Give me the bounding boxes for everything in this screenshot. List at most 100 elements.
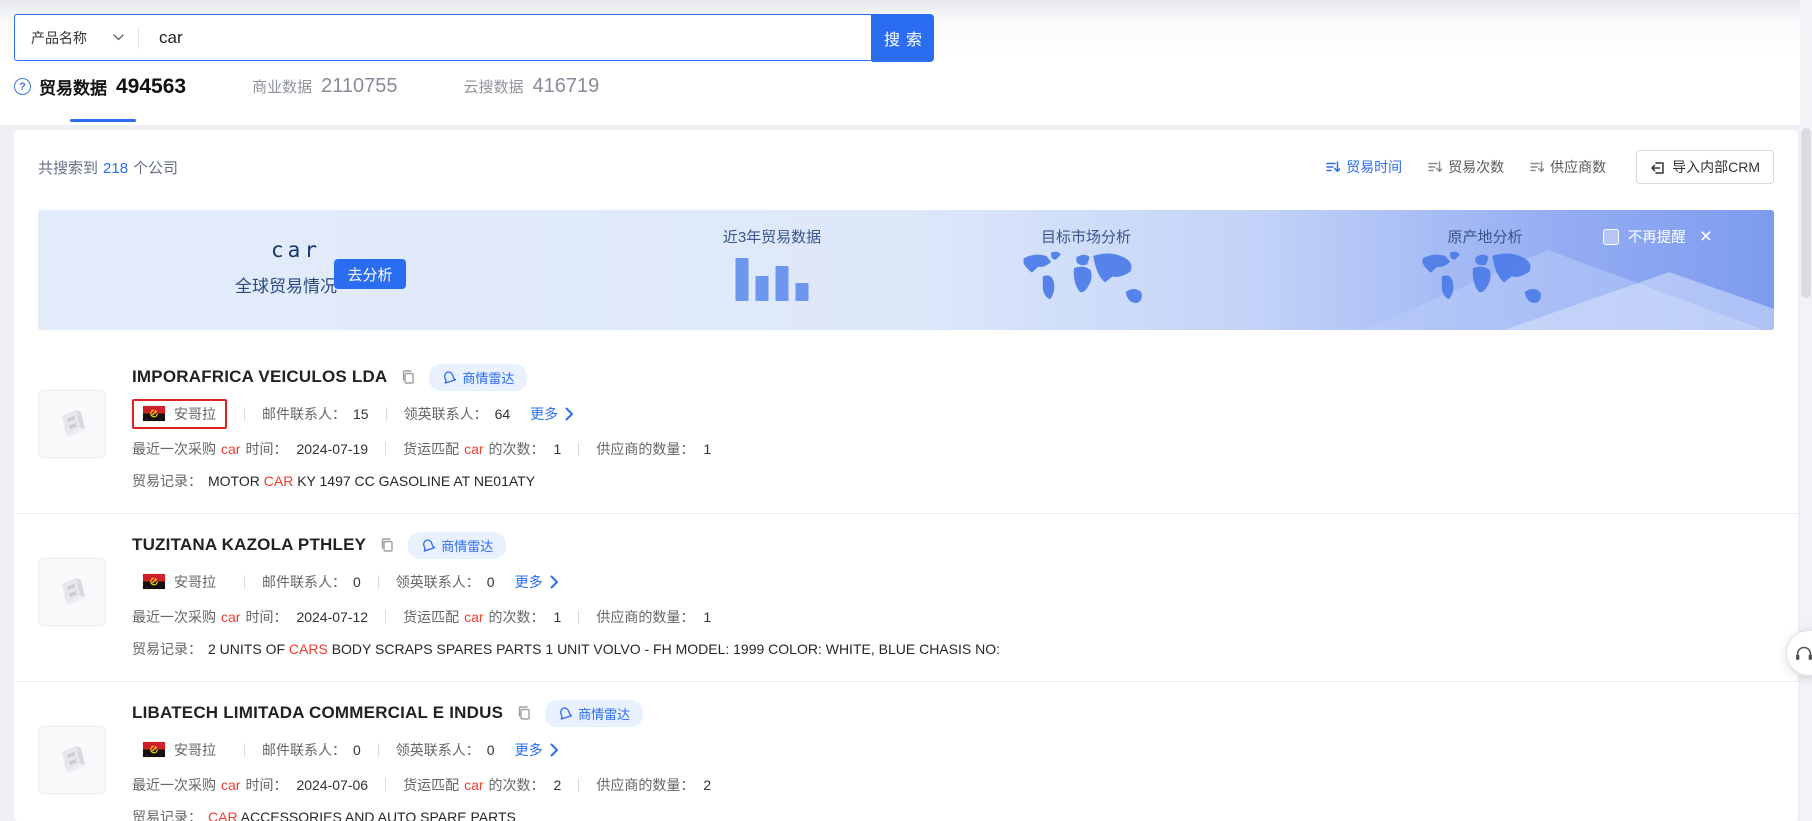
summary-prefix: 共搜索到 — [38, 160, 98, 177]
divider — [244, 743, 245, 757]
banner-market-label: 目标市场分析 — [1041, 226, 1131, 247]
more-link[interactable]: 更多 — [530, 404, 574, 424]
purchase-label-pre: 最近一次采购 — [132, 607, 216, 627]
keyword-highlight: car — [221, 777, 240, 793]
keyword-highlight: car — [464, 609, 483, 625]
linkedin-contacts-count: 0 — [487, 742, 495, 758]
import-icon — [1650, 160, 1665, 175]
radar-badge[interactable]: 商情雷达 — [545, 700, 643, 727]
copy-icon[interactable] — [400, 369, 416, 385]
email-contacts-count: 0 — [353, 742, 361, 758]
sort-trade-count[interactable]: 贸易次数 — [1428, 157, 1504, 177]
company-name[interactable]: IMPORAFRICA VEICULOS LDA — [132, 367, 387, 387]
trade-record-post: KY 1497 CC GASOLINE AT NE01ATY — [293, 473, 535, 489]
country-group: 安哥拉 — [132, 735, 227, 765]
analyze-button[interactable]: 去分析 — [334, 259, 406, 289]
divider — [578, 610, 579, 624]
import-crm-button[interactable]: 导入内部CRM — [1636, 150, 1774, 184]
bell-icon — [442, 370, 456, 384]
purchase-label-post: 时间： — [245, 607, 287, 627]
supplier-count: 1 — [703, 441, 711, 457]
tab-bar: ? 贸易数据 494563 商业数据 2110755 云搜数据 416719 — [14, 74, 599, 99]
dismiss-checkbox[interactable] — [1603, 229, 1619, 245]
summary-suffix: 个公司 — [133, 160, 178, 177]
company-name[interactable]: LIBATECH LIMITADA COMMERCIAL E INDUS — [132, 703, 503, 723]
help-circle-icon[interactable]: ? — [14, 78, 31, 95]
divider — [385, 442, 386, 456]
match-label-pre: 货运匹配 — [403, 607, 459, 627]
match-label-post: 的次数： — [489, 607, 545, 627]
tab-count: 2110755 — [321, 75, 397, 98]
tab-label: 商业数据 — [252, 76, 312, 97]
summary-count: 218 — [103, 160, 128, 177]
angola-flag-icon — [143, 406, 165, 421]
divider — [244, 575, 245, 589]
more-link[interactable]: 更多 — [515, 572, 559, 592]
search-category-select[interactable]: 产品名称 — [15, 15, 138, 60]
chevron-down-icon — [113, 34, 124, 41]
chevron-right-icon — [550, 575, 559, 589]
keyword-highlight: car — [464, 441, 483, 457]
keyword-highlight: car — [464, 777, 483, 793]
search-bar: 产品名称 — [14, 14, 872, 61]
sort-supplier-count[interactable]: 供应商数 — [1530, 157, 1606, 177]
purchase-label-post: 时间： — [245, 439, 287, 459]
email-contacts-count: 0 — [353, 574, 361, 590]
scrollbar-track[interactable] — [1800, 0, 1812, 821]
tab-label: 贸易数据 — [39, 74, 107, 99]
purchase-date: 2024-07-19 — [296, 441, 368, 457]
trade-record-pre: 2 UNITS OF — [208, 641, 289, 657]
scrollbar-thumb[interactable] — [1801, 128, 1811, 298]
match-label-pre: 货运匹配 — [403, 775, 459, 795]
country-name: 安哥拉 — [174, 740, 216, 760]
sort-label: 供应商数 — [1550, 157, 1606, 177]
company-logo — [38, 726, 106, 794]
tab-trade-data[interactable]: ? 贸易数据 494563 — [14, 74, 186, 99]
purchase-label-pre: 最近一次采购 — [132, 439, 216, 459]
trade-record-keyword: CARS — [289, 641, 328, 657]
search-button[interactable]: 搜索 — [872, 14, 934, 62]
import-crm-label: 导入内部CRM — [1672, 157, 1760, 177]
sort-label: 贸易次数 — [1448, 157, 1504, 177]
tab-label: 云搜数据 — [463, 76, 523, 97]
purchase-date: 2024-07-06 — [296, 777, 368, 793]
search-input[interactable] — [139, 28, 871, 48]
country-name: 安哥拉 — [174, 404, 216, 424]
tab-cloud-search-data[interactable]: 云搜数据 416719 — [463, 75, 599, 98]
copy-icon[interactable] — [379, 537, 395, 553]
radar-badge[interactable]: 商情雷达 — [408, 532, 506, 559]
linkedin-contacts-count: 0 — [487, 574, 495, 590]
trade-record-post: ACCESSORIES AND AUTO SPARE PARTS — [238, 809, 516, 821]
divider — [385, 778, 386, 792]
email-contacts-label: 邮件联系人： — [262, 404, 346, 424]
top-header: 产品名称 搜索 ? 贸易数据 494563 商业数据 2110755 云搜数据 … — [0, 0, 1812, 125]
results-card: 共搜索到 218 个公司 贸易时间 贸易次数 供应商数 导入内部CRM — [14, 130, 1798, 821]
radar-badge[interactable]: 商情雷达 — [429, 364, 527, 391]
divider — [578, 778, 579, 792]
sort-icon — [1326, 160, 1340, 174]
copy-icon[interactable] — [516, 705, 532, 721]
results-controls: 贸易时间 贸易次数 供应商数 导入内部CRM — [1326, 150, 1774, 184]
divider — [578, 442, 579, 456]
match-count: 2 — [554, 777, 562, 793]
chevron-right-icon — [550, 743, 559, 757]
tab-count: 416719 — [533, 75, 600, 98]
trade-record-pre: MOTOR — [208, 473, 264, 489]
sort-trade-time[interactable]: 贸易时间 — [1326, 157, 1402, 177]
radar-badge-label: 商情雷达 — [578, 704, 630, 723]
company-name[interactable]: TUZITANA KAZOLA PTHLEY — [132, 535, 366, 555]
company-logo — [38, 558, 106, 626]
purchase-date: 2024-07-12 — [296, 609, 368, 625]
close-icon[interactable]: × — [1700, 229, 1712, 245]
match-label-post: 的次数： — [489, 439, 545, 459]
tab-count: 494563 — [116, 75, 186, 99]
bar-chart-icon — [736, 256, 809, 301]
country-highlight-box: 安哥拉 — [132, 399, 227, 429]
company-body: TUZITANA KAZOLA PTHLEY 商情雷达 安哥拉 — [132, 534, 1774, 659]
results-summary: 共搜索到 218 个公司 — [38, 157, 178, 178]
analyze-button-label: 去分析 — [347, 264, 392, 285]
supplier-label: 供应商的数量： — [596, 439, 694, 459]
more-link[interactable]: 更多 — [515, 740, 559, 760]
tab-business-data[interactable]: 商业数据 2110755 — [252, 75, 397, 98]
angola-flag-icon — [143, 574, 165, 589]
